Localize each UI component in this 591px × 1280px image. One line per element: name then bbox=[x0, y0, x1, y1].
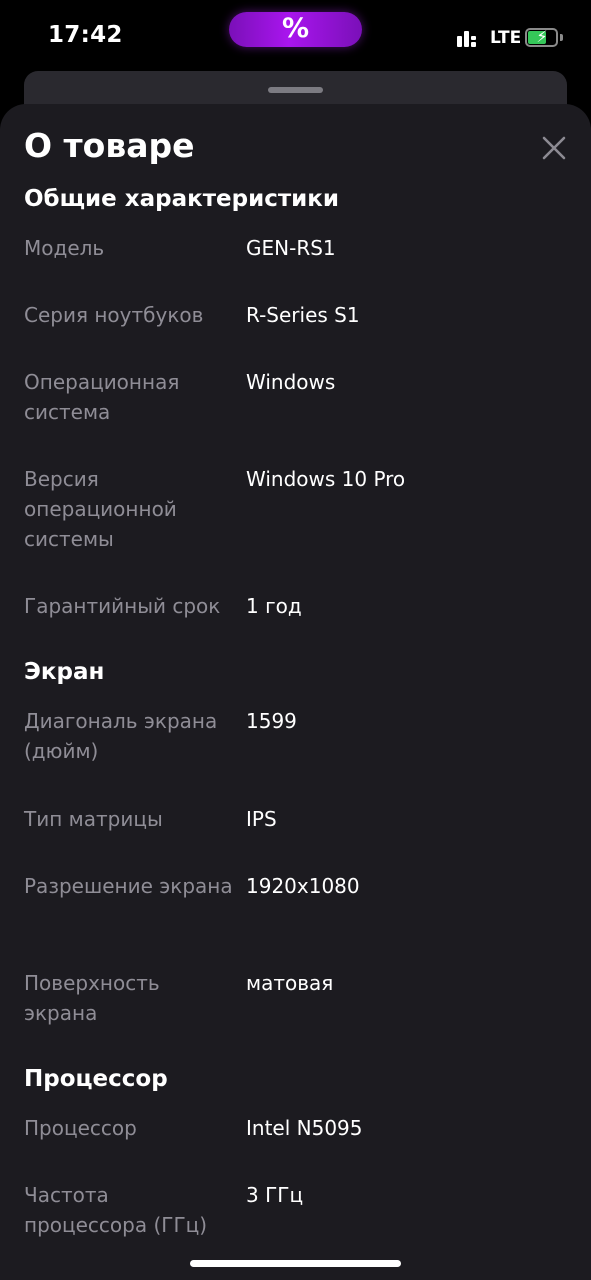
spec-value-cpu: Intel N5095 bbox=[246, 1116, 363, 1140]
spec-value-model: GEN-RS1 bbox=[246, 236, 336, 260]
status-time: 17:42 bbox=[48, 22, 123, 48]
spec-value-matrix: IPS bbox=[246, 807, 277, 831]
spec-label-cpu-frequency: Частота процессора (ГГц) bbox=[24, 1183, 208, 1237]
percent-icon: % bbox=[281, 13, 310, 44]
home-indicator[interactable] bbox=[190, 1260, 401, 1267]
spec-label-warranty: Гарантийный срок bbox=[24, 594, 221, 618]
spec-value-cpu-frequency: 3 ГГц bbox=[246, 1183, 304, 1207]
spec-value-surface: матовая bbox=[246, 971, 334, 995]
section-title-processor: Процессор bbox=[24, 1066, 168, 1092]
spec-label-surface: Поверхность экрана bbox=[24, 971, 160, 1025]
section-title-screen: Экран bbox=[24, 659, 105, 685]
spec-label-series: Серия ноутбуков bbox=[24, 303, 204, 327]
spec-label-resolution: Разрешение экрана bbox=[24, 874, 233, 898]
battery-cap bbox=[560, 34, 563, 41]
spec-value-series: R-Series S1 bbox=[246, 303, 360, 327]
spec-value-warranty: 1 год bbox=[246, 594, 302, 618]
spec-value-os: Windows bbox=[246, 370, 336, 394]
spec-label-matrix: Тип матрицы bbox=[24, 807, 163, 831]
status-bar: 17:42 % LTE ⚡ bbox=[0, 0, 591, 72]
charging-bolt-icon: ⚡ bbox=[536, 27, 548, 46]
sheet-title: О товаре bbox=[24, 126, 195, 165]
network-type: LTE bbox=[490, 28, 522, 48]
spec-label-os: Операционная система bbox=[24, 370, 180, 424]
spec-label-os-version: Версия операционной системы bbox=[24, 467, 177, 551]
spec-label-diagonal: Диагональ экрана (дюйм) bbox=[24, 709, 218, 763]
spec-label-cpu: Процессор bbox=[24, 1116, 137, 1140]
product-info-sheet: О товаре Общие характеристики Модель GEN… bbox=[0, 104, 591, 1280]
spec-value-resolution: 1920x1080 bbox=[246, 874, 360, 898]
section-title-general: Общие характеристики bbox=[24, 186, 340, 212]
spec-value-diagonal: 1599 bbox=[246, 709, 297, 733]
cellular-signal-icon bbox=[457, 31, 481, 47]
close-icon[interactable] bbox=[538, 132, 570, 164]
spec-label-model: Модель bbox=[24, 236, 105, 260]
dynamic-island[interactable]: % bbox=[229, 12, 362, 47]
spec-value-os-version: Windows 10 Pro bbox=[246, 467, 406, 491]
sheet-grabber[interactable] bbox=[268, 87, 323, 93]
